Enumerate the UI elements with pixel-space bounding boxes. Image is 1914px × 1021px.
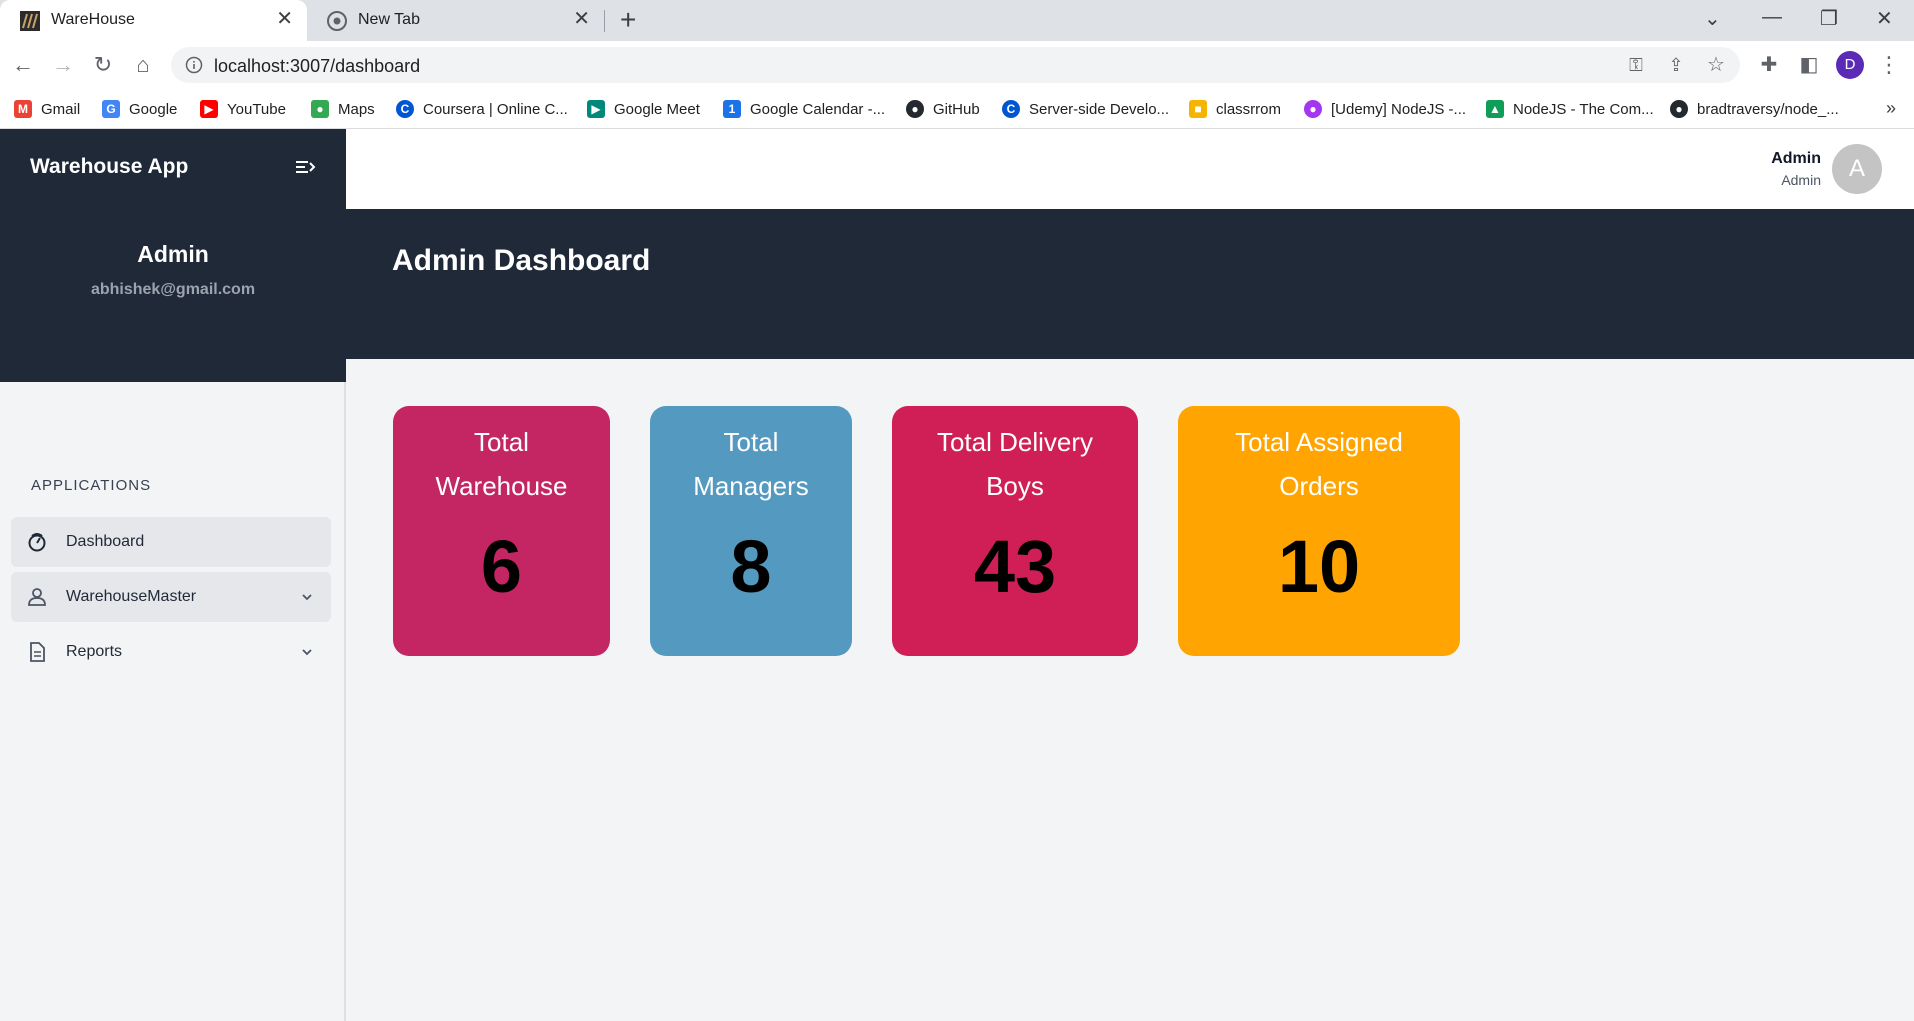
stat-card-label: Total Delivery Boys bbox=[936, 427, 1094, 501]
new-tab-plus-icon[interactable]: + bbox=[620, 6, 636, 34]
bookmark-github[interactable]: ● GitHub bbox=[906, 89, 980, 129]
url-text: localhost:3007/dashboard bbox=[214, 56, 421, 76]
stat-card-value: 6 bbox=[480, 525, 523, 608]
bookmark-gmail[interactable]: M Gmail bbox=[14, 89, 80, 129]
home-icon[interactable]: ⌂ bbox=[130, 52, 156, 78]
tab-new-tab[interactable]: New Tab ✕ bbox=[307, 0, 604, 41]
sidebar-item-reports[interactable]: Reports bbox=[11, 627, 331, 677]
classroom-icon: ■ bbox=[1189, 100, 1207, 118]
chevron-down-icon[interactable] bbox=[301, 646, 313, 658]
gmail-icon: M bbox=[14, 100, 32, 118]
github-icon: ● bbox=[1670, 100, 1688, 118]
user-icon bbox=[28, 588, 46, 606]
share-icon[interactable]: ⇪ bbox=[1663, 52, 1689, 78]
tab-warehouse[interactable]: WareHouse ✕ bbox=[0, 0, 307, 41]
top-bar: Admin Admin A bbox=[346, 129, 1914, 209]
topbar-user-name: Admin bbox=[1771, 150, 1821, 167]
stat-card-value: 10 bbox=[1277, 525, 1361, 608]
google-icon: G bbox=[102, 100, 120, 118]
chrome-icon bbox=[327, 11, 347, 31]
bookmark-udemy[interactable]: ● [Udemy] NodeJS -... bbox=[1304, 89, 1466, 129]
sidebar: Warehouse App Admin abhishek@gmail.com A… bbox=[0, 129, 346, 1021]
stat-card-total-assigned-orders[interactable]: Total Assigned Orders 10 bbox=[1178, 406, 1460, 656]
stat-card-value: 43 bbox=[973, 525, 1057, 608]
close-icon[interactable]: ✕ bbox=[573, 9, 590, 29]
page-title: Admin Dashboard bbox=[392, 244, 651, 277]
udemy-icon: ● bbox=[1304, 100, 1322, 118]
github-icon: ● bbox=[906, 100, 924, 118]
minimize-icon[interactable]: — bbox=[1762, 6, 1782, 29]
more-menu-icon[interactable]: ⋮ bbox=[1876, 52, 1902, 78]
sidebar-header: Warehouse App Admin abhishek@gmail.com bbox=[0, 129, 346, 382]
google-meet-icon: ▶ bbox=[587, 100, 605, 118]
browser-toolbar: ← → ↻ ⌂ localhost:3007/dashboard ⚿ ⇪ ☆ ✚… bbox=[0, 41, 1914, 89]
key-icon[interactable]: ⚿ bbox=[1623, 52, 1649, 78]
bookmarks-overflow-icon[interactable]: » bbox=[1886, 98, 1896, 119]
bookmarks-bar: M Gmail G Google ▶ YouTube ● Maps C Cour… bbox=[0, 89, 1914, 129]
dashboard-banner: Admin Dashboard bbox=[346, 209, 1914, 359]
google-calendar-icon: 1 bbox=[723, 100, 741, 118]
window-close-icon[interactable]: ✕ bbox=[1876, 6, 1893, 31]
coursera-icon: C bbox=[396, 100, 414, 118]
menu-collapse-icon[interactable] bbox=[296, 159, 316, 175]
extensions-puzzle-icon[interactable]: ✚ bbox=[1756, 52, 1782, 78]
reload-icon[interactable]: ↻ bbox=[90, 52, 116, 78]
close-icon[interactable]: ✕ bbox=[276, 9, 293, 29]
stat-card-total-delivery-boys[interactable]: Total Delivery Boys 43 bbox=[892, 406, 1138, 656]
maps-pin-icon: ● bbox=[311, 100, 329, 118]
bookmark-youtube[interactable]: ▶ YouTube bbox=[200, 89, 286, 129]
stat-card-value: 8 bbox=[730, 525, 772, 608]
tab-search-chevron-icon[interactable]: ⌄ bbox=[1704, 6, 1721, 31]
bookmark-classroom[interactable]: ■ classrrom bbox=[1189, 89, 1281, 129]
youtube-icon: ▶ bbox=[200, 100, 218, 118]
google-drive-icon: ▲ bbox=[1486, 100, 1504, 118]
sidebar-item-dashboard[interactable]: Dashboard bbox=[11, 517, 331, 567]
stat-card-label: Total Warehouse bbox=[435, 427, 568, 501]
bookmark-google-calendar[interactable]: 1 Google Calendar -... bbox=[723, 89, 885, 129]
bookmark-server-side[interactable]: C Server-side Develo... bbox=[1002, 89, 1169, 129]
side-panel-icon[interactable]: ◧ bbox=[1796, 52, 1822, 78]
profile-avatar[interactable]: D bbox=[1836, 51, 1864, 79]
section-label-applications: APPLICATIONS bbox=[31, 477, 152, 494]
sidebar-item-label: Reports bbox=[66, 643, 123, 660]
address-bar[interactable]: localhost:3007/dashboard ⚿ ⇪ ☆ bbox=[171, 47, 1740, 83]
app-title: Warehouse App bbox=[30, 155, 189, 178]
coursera-icon: C bbox=[1002, 100, 1020, 118]
restore-icon[interactable]: ❐ bbox=[1820, 6, 1838, 31]
back-arrow-icon[interactable]: ← bbox=[10, 52, 36, 78]
avatar[interactable]: A bbox=[1832, 144, 1882, 194]
sidebar-user-name: Admin bbox=[137, 241, 209, 267]
sidebar-user-email: abhishek@gmail.com bbox=[90, 281, 256, 298]
stat-card-total-warehouse[interactable]: Total Warehouse 6 bbox=[393, 406, 610, 656]
bookmark-coursera[interactable]: C Coursera | Online C... bbox=[396, 89, 568, 129]
bookmark-maps[interactable]: ● Maps bbox=[311, 89, 375, 129]
bookmark-google-meet[interactable]: ▶ Google Meet bbox=[587, 89, 700, 129]
chevron-down-icon[interactable] bbox=[301, 591, 313, 603]
warehouse-favicon-icon bbox=[20, 11, 40, 31]
stat-card-total-managers[interactable]: Total Managers 8 bbox=[650, 406, 852, 656]
dashboard-icon bbox=[28, 533, 46, 552]
tab-title: New Tab bbox=[358, 11, 420, 28]
tab-separator bbox=[604, 10, 605, 32]
bookmark-google[interactable]: G Google bbox=[102, 89, 177, 129]
stat-card-label: Total Assigned Orders bbox=[1235, 427, 1403, 501]
bookmark-bradtraversy[interactable]: ● bradtraversy/node_... bbox=[1670, 89, 1839, 129]
sidebar-item-label: WarehouseMaster bbox=[66, 588, 197, 605]
sidebar-item-warehousemaster[interactable]: WarehouseMaster bbox=[11, 572, 331, 622]
star-icon[interactable]: ☆ bbox=[1703, 52, 1729, 78]
topbar-user-role: Admin bbox=[1781, 172, 1821, 188]
document-icon bbox=[30, 642, 45, 662]
site-info-icon[interactable] bbox=[185, 56, 203, 74]
browser-tab-bar: WareHouse ✕ New Tab ✕ + ⌄ — ❐ ✕ bbox=[0, 0, 1914, 41]
stat-card-label: Total Managers bbox=[693, 427, 809, 501]
tab-title: WareHouse bbox=[51, 11, 135, 28]
bookmark-nodejs[interactable]: ▲ NodeJS - The Com... bbox=[1486, 89, 1654, 129]
sidebar-item-label: Dashboard bbox=[66, 533, 145, 550]
forward-arrow-icon[interactable]: → bbox=[50, 52, 76, 78]
